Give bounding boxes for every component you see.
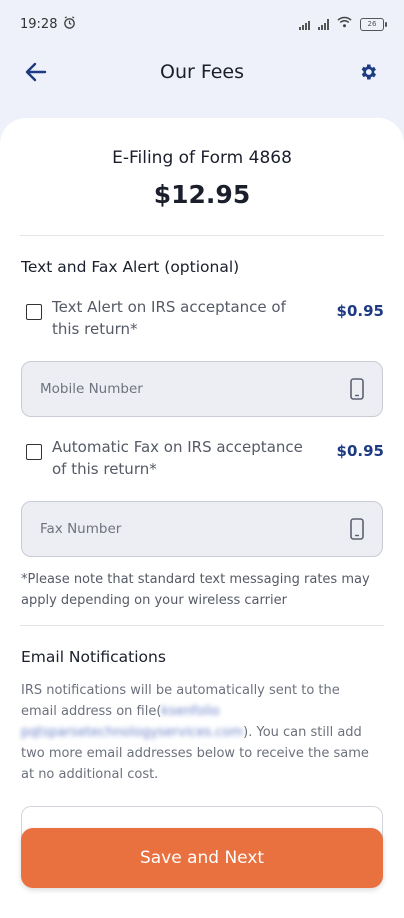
- mobile-number-input[interactable]: [38, 380, 348, 398]
- text-alert-label: Text Alert on IRS acceptance of this ret…: [52, 298, 286, 338]
- wifi-icon: [337, 16, 352, 32]
- status-time: 19:28: [20, 16, 58, 32]
- fees-card: E-Filing of Form 4868 $12.95 Text and Fa…: [0, 118, 404, 918]
- divider: [20, 235, 384, 236]
- email-section-title: Email Notifications: [21, 648, 166, 666]
- fax-alert-label: Automatic Fax on IRS acceptance of this …: [52, 438, 303, 478]
- save-and-next-button[interactable]: Save and Next: [21, 828, 383, 888]
- fax-number-field[interactable]: [21, 501, 383, 557]
- text-alert-row[interactable]: Text Alert on IRS acceptance of this ret…: [26, 296, 384, 340]
- smartphone-icon: [348, 377, 366, 401]
- gear-icon: [361, 64, 376, 80]
- text-alert-checkbox[interactable]: [26, 304, 42, 320]
- app-header: Our Fees: [0, 48, 404, 96]
- settings-button[interactable]: [354, 58, 382, 86]
- alarm-icon: [63, 15, 76, 33]
- back-button[interactable]: [22, 58, 50, 86]
- signal-icon-2: [318, 18, 329, 30]
- page-title: Our Fees: [159, 61, 244, 83]
- text-alert-price: $0.95: [336, 302, 384, 320]
- fee-price: $12.95: [153, 180, 251, 209]
- fax-alert-price: $0.95: [336, 442, 384, 460]
- divider: [20, 625, 384, 626]
- email-description: IRS notifications will be automatically …: [21, 680, 371, 785]
- fee-title: E-Filing of Form 4868: [112, 148, 292, 168]
- arrow-left-icon: [25, 62, 47, 82]
- battery-icon: 26: [360, 17, 387, 31]
- signal-icon: [299, 18, 310, 30]
- alerts-section-title: Text and Fax Alert (optional): [21, 258, 240, 276]
- mobile-number-field[interactable]: [21, 361, 383, 417]
- fax-alert-row[interactable]: Automatic Fax on IRS acceptance of this …: [26, 436, 384, 480]
- sms-rates-note: *Please note that standard text messagin…: [21, 572, 370, 608]
- smartphone-icon: [348, 517, 366, 541]
- status-bar: 19:28 26: [0, 0, 404, 48]
- fax-number-input[interactable]: [38, 520, 348, 538]
- fax-alert-checkbox[interactable]: [26, 444, 42, 460]
